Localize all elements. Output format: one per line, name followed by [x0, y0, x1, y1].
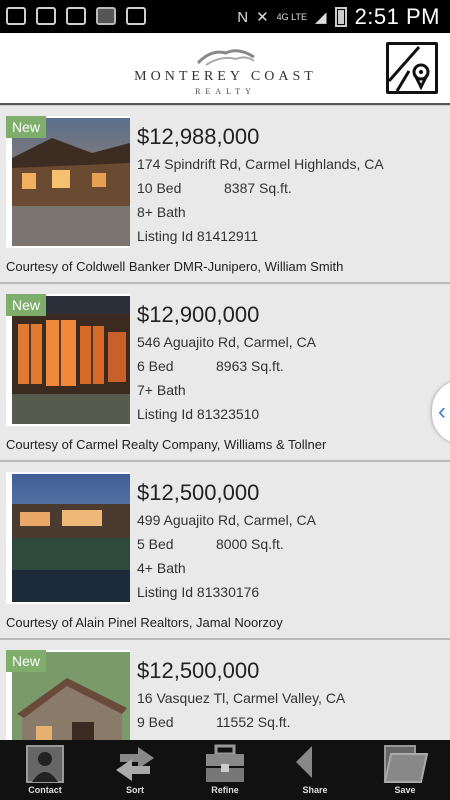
listing-beds: 6 Bed — [137, 358, 174, 374]
listing-photo[interactable]: New — [6, 650, 130, 741]
network-type: 4G LTE — [276, 12, 308, 22]
listing-address: 174 Spindrift Rd, Carmel Highlands, CA — [137, 156, 384, 172]
listing-photo[interactable] — [6, 472, 130, 604]
listing-sqft: 8387 Sq.ft. — [224, 180, 292, 196]
listing-photo[interactable]: New — [6, 116, 130, 248]
listing-beds: 9 Bed — [137, 714, 174, 730]
listing-price: $12,500,000 — [137, 658, 260, 683]
listing-address: 16 Vasquez Tl, Carmel Valley, CA — [137, 690, 346, 706]
listing-card[interactable]: $12,500,000 499 Aguajito Rd, Carmel, CA … — [0, 462, 450, 640]
calendar-icon — [36, 7, 56, 25]
signal-icon: ◢ — [315, 9, 327, 26]
clock: 2:51 PM — [354, 4, 440, 29]
notification-icons — [6, 7, 146, 25]
battery-icon — [334, 7, 347, 27]
gmail-icon — [126, 7, 146, 25]
brand-name: MONTEREY COAST — [134, 69, 317, 84]
listing-beds: 10 Bed — [137, 180, 182, 196]
share-button[interactable]: Share — [270, 740, 360, 800]
brand-subtitle: REALTY — [195, 87, 256, 96]
listing-courtesy: Courtesy of Carmel Realty Company, Willi… — [6, 437, 327, 452]
listing-id: Listing Id 81412911 — [137, 228, 259, 244]
listing-sqft: 8000 Sq.ft. — [216, 536, 284, 552]
share-arrow-icon — [296, 746, 312, 778]
listing-card[interactable]: New $12,988,000 174 Spindrift Rd, Carmel… — [0, 106, 450, 284]
listing-baths: 4+ Bath — [137, 560, 186, 576]
save-button[interactable]: Save — [360, 740, 450, 800]
listing-id: Listing Id 81330176 — [137, 584, 260, 600]
hills-logo-icon — [196, 49, 255, 66]
new-badge: New — [6, 294, 47, 316]
contact-icon — [26, 745, 64, 783]
app-header: MONTEREY COAST REALTY — [0, 33, 450, 105]
gmail-icon — [66, 7, 86, 25]
listing-courtesy: Courtesy of Coldwell Banker DMR-Junipero… — [6, 259, 344, 274]
listing-baths: 8+ Bath — [137, 204, 186, 220]
sort-arrows-icon — [116, 747, 154, 781]
toolbox-icon — [206, 744, 244, 782]
brand-logo[interactable]: MONTEREY COAST REALTY — [128, 41, 323, 97]
listing-id: Listing Id 81323510 — [137, 406, 260, 422]
contact-button[interactable]: Contact — [0, 740, 90, 800]
refine-button[interactable]: Refine — [180, 740, 270, 800]
nfc-icon: N — [237, 8, 249, 26]
listing-price: $12,988,000 — [137, 124, 260, 149]
map-pin-icon — [387, 46, 430, 92]
house-photo-image — [12, 474, 130, 602]
listing-beds: 5 Bed — [137, 536, 174, 552]
listing-courtesy: Courtesy of Alain Pinel Realtors, Jamal … — [6, 615, 283, 630]
storage-icon — [6, 7, 26, 25]
gallery-icon — [96, 7, 116, 25]
listing-address: 499 Aguajito Rd, Carmel, CA — [137, 512, 316, 528]
listing-photo[interactable]: New — [6, 294, 130, 426]
folder-icon — [383, 745, 429, 783]
mute-icon: ✕ — [256, 9, 269, 26]
listing-list[interactable]: New $12,988,000 174 Spindrift Rd, Carmel… — [0, 105, 450, 741]
listing-price: $12,900,000 — [137, 302, 260, 327]
listing-card[interactable]: New $12,900,000 546 Aguajito Rd, Carmel,… — [0, 284, 450, 462]
listing-sqft: 8963 Sq.ft. — [216, 358, 284, 374]
listing-price: $12,500,000 — [137, 480, 260, 505]
bottom-toolbar: Contact Sort Refine Share Save — [0, 740, 450, 800]
listing-address: 546 Aguajito Rd, Carmel, CA — [137, 334, 316, 350]
new-badge: New — [6, 116, 47, 138]
new-badge: New — [6, 650, 47, 672]
status-bar: N ✕ 4G LTE ◢ 2:51 PM — [0, 0, 450, 33]
chevron-left-icon: ‹ — [438, 398, 446, 425]
sort-button[interactable]: Sort — [90, 740, 180, 800]
listing-baths: 7+ Bath — [137, 382, 186, 398]
listing-sqft: 11552 Sq.ft. — [216, 714, 291, 730]
map-view-button[interactable] — [386, 42, 438, 94]
listing-card[interactable]: New $12,500,000 16 Vasquez Tl, Carmel Va… — [0, 640, 450, 741]
